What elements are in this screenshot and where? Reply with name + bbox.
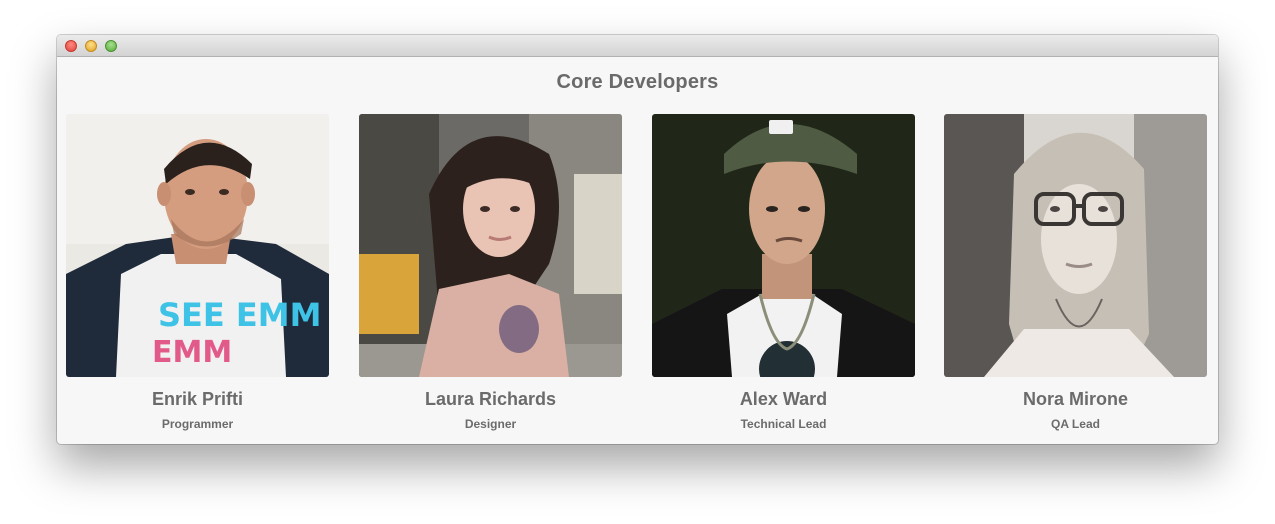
team-card-4: Nora Mirone QA Lead [944, 114, 1207, 431]
title-bar [57, 35, 1218, 57]
member-name: Laura Richards [424, 389, 557, 409]
member-photo-4 [944, 114, 1207, 377]
team-card-2: Laura Richards Designer [359, 114, 622, 431]
member-role: QA Lead [1051, 417, 1100, 431]
member-name: Enrik Prifti [151, 389, 244, 409]
team-card-1: SEE EMM EMM Enrik Prifti Programmer [66, 114, 329, 431]
team-section: Core Developers SEE EMM EMM Enrik Prifti… [57, 57, 1218, 444]
section-title: Core Developers [556, 71, 719, 93]
team-card-3: Alex Ward Technical Lead [652, 114, 915, 431]
member-name: Alex Ward [739, 389, 828, 409]
minimize-window-button[interactable] [85, 40, 97, 52]
member-role: Technical Lead [740, 417, 827, 431]
member-photo-2 [359, 114, 622, 377]
member-photo-1: SEE EMM EMM [66, 114, 329, 377]
app-window: Core Developers SEE EMM EMM Enrik Prifti… [57, 35, 1218, 444]
member-photo-3 [652, 114, 915, 377]
close-window-button[interactable] [65, 40, 77, 52]
svg-text:EMM: EMM [152, 335, 232, 370]
zoom-window-button[interactable] [105, 40, 117, 52]
member-name: Nora Mirone [1022, 389, 1128, 409]
member-role: Designer [464, 417, 517, 431]
shirt-print: SEE EMM [158, 296, 321, 334]
member-role: Programmer [161, 417, 234, 431]
